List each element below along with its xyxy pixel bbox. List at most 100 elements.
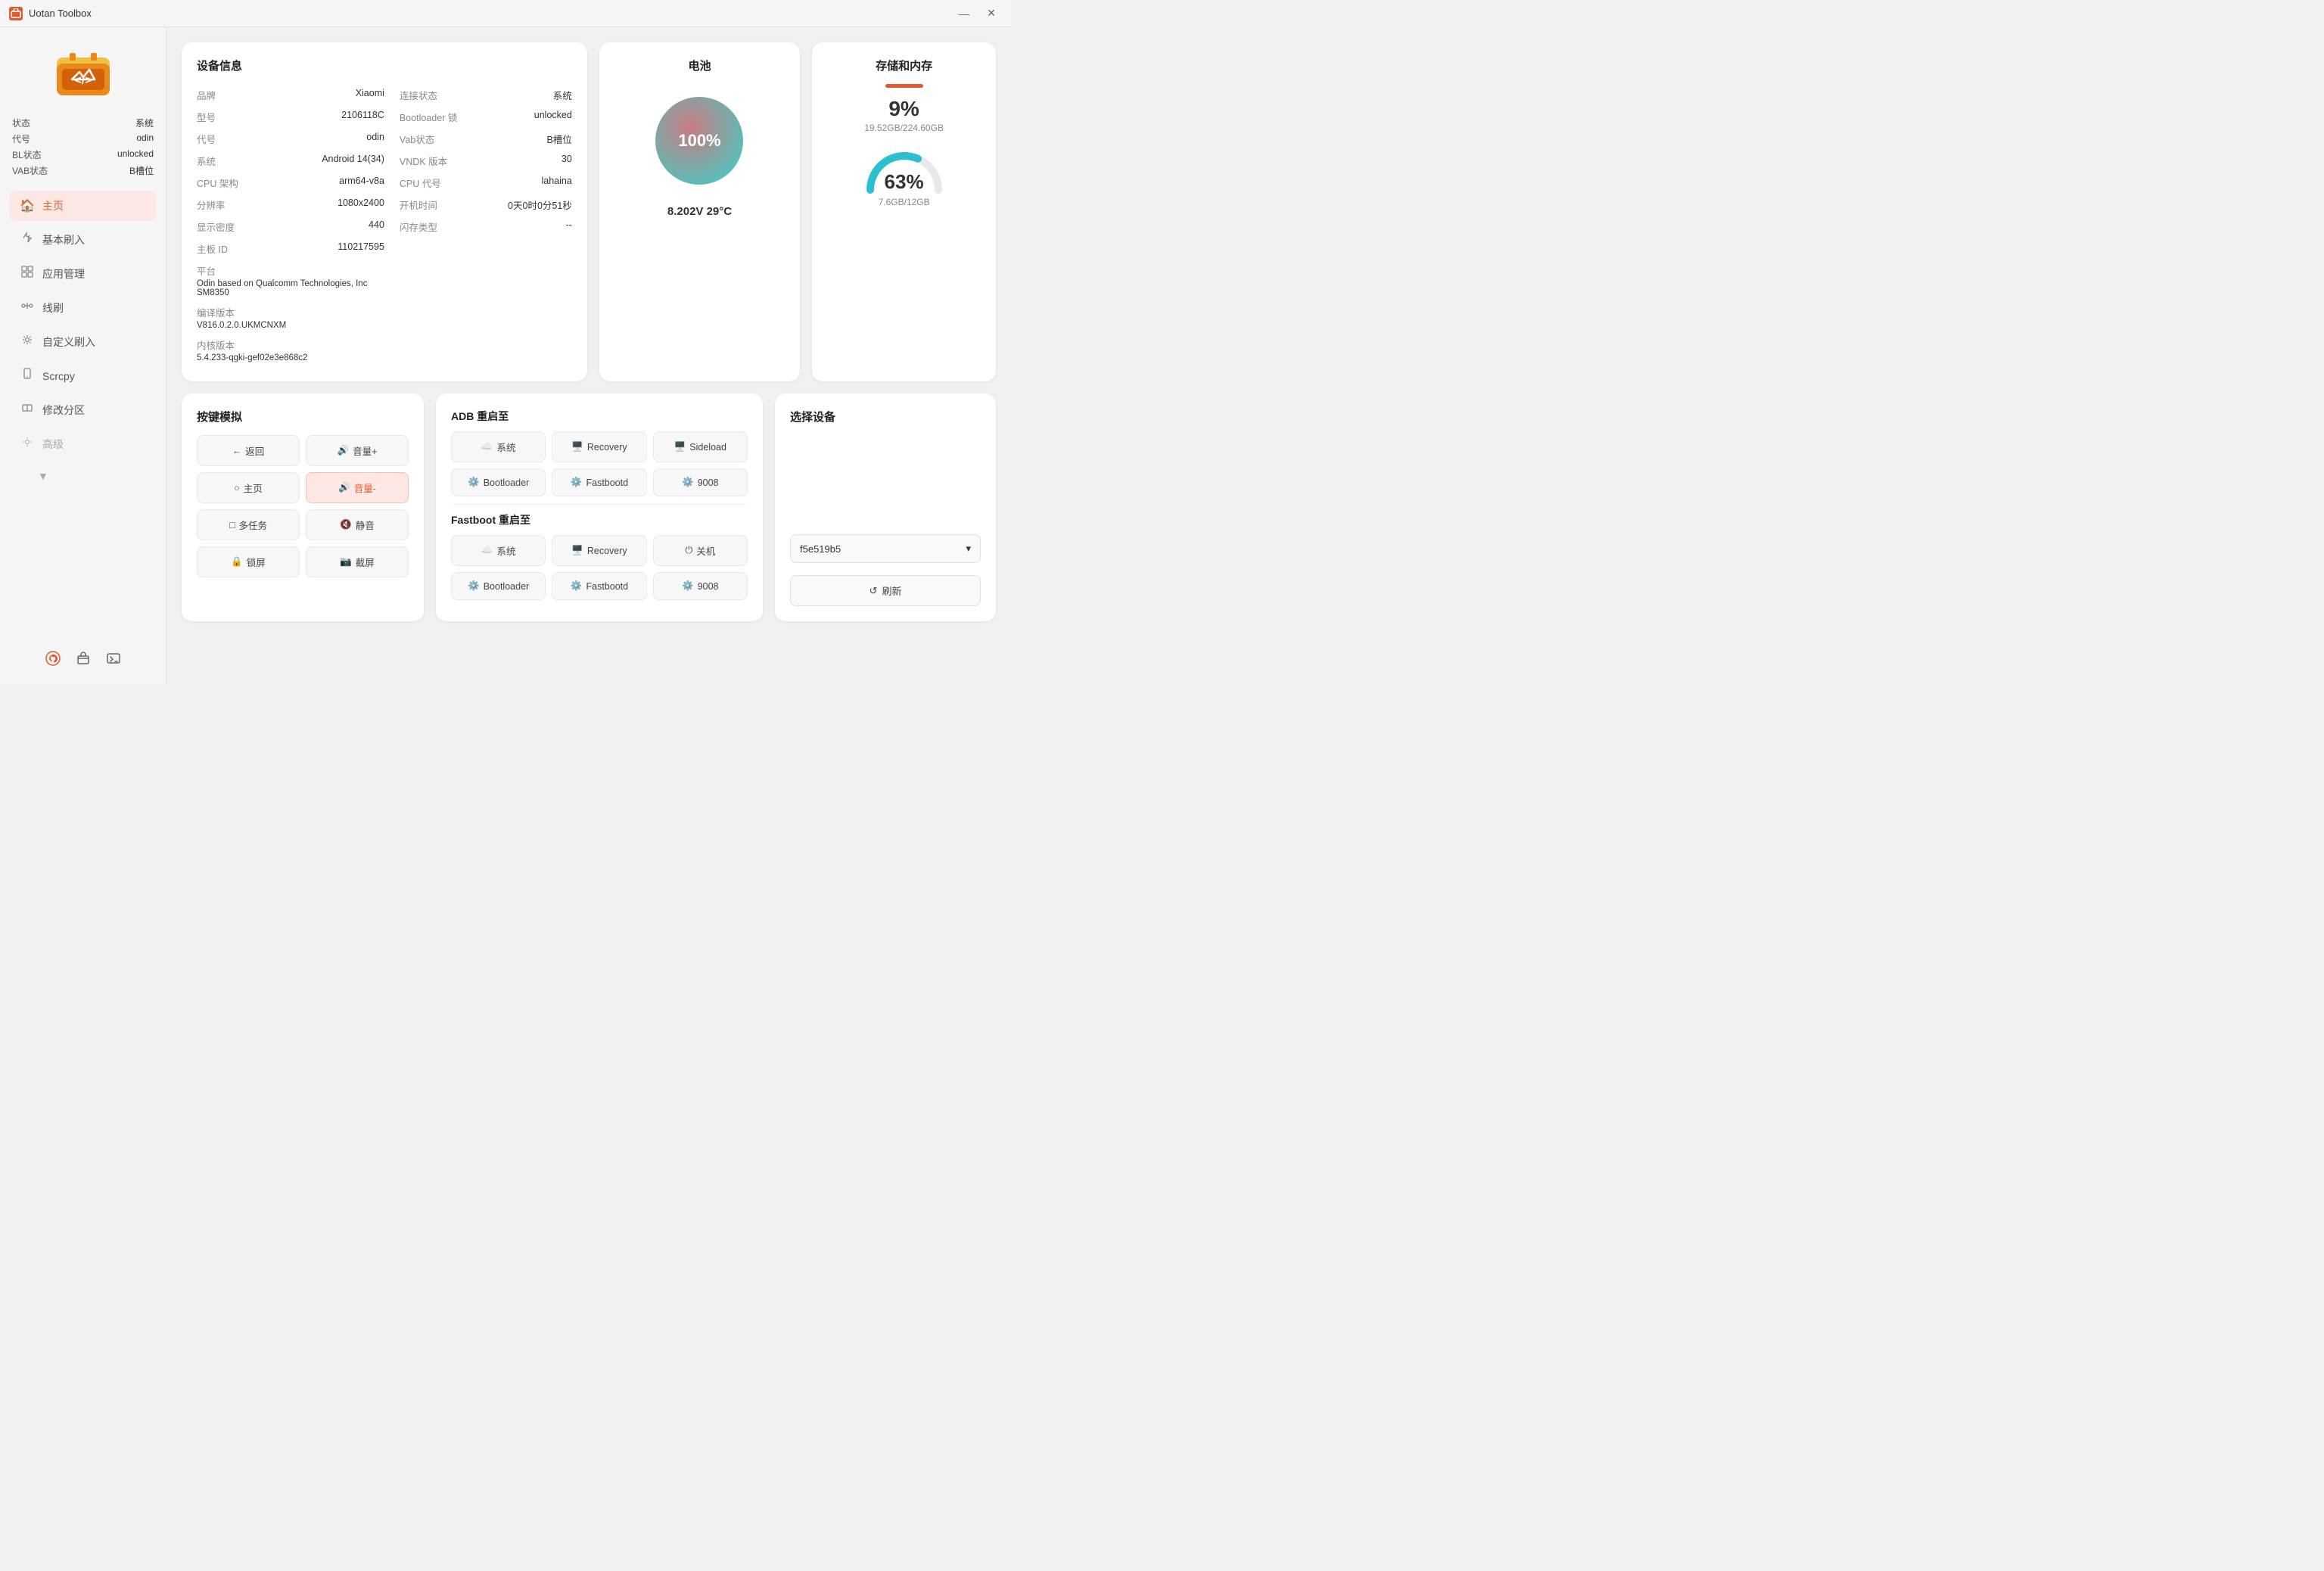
label-platform: 平台 (197, 263, 384, 278)
sidebar-item-home-label: 主页 (42, 198, 64, 213)
box-icon[interactable] (73, 648, 94, 669)
battery-title: 电池 (688, 58, 711, 73)
status-row-codename: 代号 odin (12, 131, 154, 147)
info-row-board: 主板 ID 110217595 (197, 238, 384, 260)
val-cpu-code: lahaina (541, 176, 571, 190)
key-vol-down[interactable]: 🔊 音量- (306, 472, 409, 503)
info-row-kernel: 内核版本 5.4.233-qgki-gef02e3e868c2 (197, 334, 384, 366)
svg-text:</>: </> (74, 74, 92, 87)
sidebar-bottom (35, 640, 132, 677)
device-dropdown[interactable]: f5e519b5 ▾ (790, 534, 981, 563)
fastboot-system-btn[interactable]: ☁️ 系统 (451, 535, 546, 566)
key-recents[interactable]: □ 多任务 (197, 509, 300, 540)
sidebar-item-custom-label: 自定义刷入 (42, 334, 95, 350)
dropdown-chevron-icon: ▾ (966, 543, 971, 555)
adb-recovery-btn[interactable]: 🖥️ Recovery (552, 431, 646, 462)
info-row-resolution: 分辨率 1080x2400 (197, 194, 384, 216)
mute-icon: 🔇 (340, 519, 352, 530)
fastboot-shutdown-btn[interactable]: ⏻ 关机 (653, 535, 748, 566)
adb-system-btn[interactable]: ☁️ 系统 (451, 431, 546, 462)
adb-fastbootd-label: Fastbootd (586, 478, 628, 488)
label-board: 主板 ID (197, 241, 228, 256)
fastboot-bootloader-label: Bootloader (484, 581, 529, 592)
val-brand: Xiaomi (356, 88, 384, 102)
val-bl: unlocked (534, 110, 572, 124)
fastboot-9008-btn[interactable]: ⚙️ 9008 (653, 572, 748, 600)
info-row-cpu-code: CPU 代号 lahaina (384, 172, 572, 194)
memory-label: 7.6GB/12GB (879, 197, 930, 207)
key-screenshot-label: 截屏 (356, 555, 375, 569)
adb-9008-label: 9008 (698, 478, 719, 488)
sidebar-item-custom[interactable]: 自定义刷入 (9, 326, 157, 357)
key-back-label: 返回 (245, 443, 264, 458)
status-label-vab: VAB状态 (12, 164, 48, 177)
adb-9008-btn[interactable]: ⚙️ 9008 (653, 468, 748, 496)
key-home[interactable]: ○ 主页 (197, 472, 300, 503)
wire-icon (20, 300, 35, 316)
device-info-card: 设备信息 品牌 Xiaomi 型号 2106118C 代号 (182, 42, 587, 381)
key-screenshot[interactable]: 📷 截屏 (306, 546, 409, 577)
refresh-icon: ↺ (870, 585, 878, 597)
sidebar-status: 状态 系统 代号 odin BL状态 unlocked VAB状态 B槽位 (0, 115, 166, 179)
adb-bootloader-btn[interactable]: ⚙️ Bootloader (451, 468, 546, 496)
sidebar-item-partition[interactable]: 修改分区 (9, 394, 157, 425)
info-col-left: 品牌 Xiaomi 型号 2106118C 代号 odin 系统 (197, 84, 384, 366)
key-vol-up[interactable]: 🔊 音量+ (306, 435, 409, 466)
refresh-label: 刷新 (882, 583, 901, 598)
github-icon[interactable] (42, 648, 64, 669)
main-content: 设备信息 品牌 Xiaomi 型号 2106118C 代号 (166, 27, 1011, 684)
sidebar-more[interactable]: ▼ (9, 462, 157, 490)
key-mute[interactable]: 🔇 静音 (306, 509, 409, 540)
fastboot-system-label: 系统 (496, 543, 515, 558)
fastboot-fastbootd-btn[interactable]: ⚙️ Fastbootd (552, 572, 646, 600)
label-codename: 代号 (197, 132, 216, 146)
scrcpy-icon (20, 368, 35, 384)
val-flash-type: -- (565, 219, 571, 234)
fastboot-title: Fastboot 重启至 (451, 512, 748, 527)
adb-row-1: ☁️ 系统 🖥️ Recovery 🖥️ Sideload (451, 431, 748, 462)
val-build: V816.0.2.0.UKMCNXM (197, 321, 384, 330)
adb-9008-icon: ⚙️ (682, 477, 694, 488)
sidebar-item-home[interactable]: 🏠 主页 (9, 191, 157, 221)
info-row-vndk: VNDK 版本 30 (384, 150, 572, 172)
close-button[interactable]: ✕ (981, 6, 1002, 21)
battery-card: 电池 100% 8.202V 29°C (599, 42, 800, 381)
key-recents-label: 多任务 (239, 518, 268, 532)
sidebar-item-partition-label: 修改分区 (42, 403, 85, 418)
sidebar-item-scrcpy[interactable]: Scrcpy (9, 360, 157, 391)
flash-icon (20, 232, 35, 247)
label-conn: 连接状态 (400, 88, 437, 102)
fastboot-bootloader-icon: ⚙️ (468, 580, 480, 592)
sidebar-item-wire[interactable]: 线刷 (9, 292, 157, 323)
storage-label: 19.52GB/224.60GB (864, 123, 944, 133)
key-sim-card: 按键模拟 ← 返回 🔊 音量+ ○ 主页 🔊 (182, 394, 424, 621)
info-row-build: 编译版本 V816.0.2.0.UKMCNXM (197, 301, 384, 334)
terminal-icon[interactable] (103, 648, 124, 669)
val-os: Android 14(34) (322, 154, 384, 168)
key-lock[interactable]: 🔒 锁屏 (197, 546, 300, 577)
bottom-row: 按键模拟 ← 返回 🔊 音量+ ○ 主页 🔊 (182, 394, 996, 621)
key-grid: ← 返回 🔊 音量+ ○ 主页 🔊 音量- (197, 435, 409, 577)
app-icon (9, 7, 23, 20)
sidebar-item-apps[interactable]: 应用管理 (9, 258, 157, 289)
key-back[interactable]: ← 返回 (197, 435, 300, 466)
fastboot-recovery-btn[interactable]: 🖥️ Recovery (552, 535, 646, 566)
val-platform: Odin based on Qualcomm Technologies, Inc… (197, 279, 384, 297)
sidebar-item-advanced[interactable]: 高级 (9, 428, 157, 459)
key-mute-label: 静音 (356, 518, 375, 532)
adb-fastbootd-btn[interactable]: ⚙️ Fastbootd (552, 468, 646, 496)
sidebar-item-flash[interactable]: 基本刷入 (9, 224, 157, 255)
battery-pct: 100% (678, 131, 720, 151)
info-row-density: 显示密度 440 (197, 216, 384, 238)
vol-down-icon: 🔊 (338, 482, 350, 493)
refresh-button[interactable]: ↺ 刷新 (790, 575, 981, 606)
minimize-button[interactable]: — (954, 6, 975, 21)
fastboot-bootloader-btn[interactable]: ⚙️ Bootloader (451, 572, 546, 600)
titlebar: Uotan Toolbox — ✕ (0, 0, 1011, 27)
top-row: 设备信息 品牌 Xiaomi 型号 2106118C 代号 (182, 42, 996, 381)
more-icon: ▼ (38, 470, 48, 482)
info-row-conn: 连接状态 系统 (384, 84, 572, 106)
adb-sideload-btn[interactable]: 🖥️ Sideload (653, 431, 748, 462)
storage-top-indicator (885, 84, 923, 88)
memory-pct: 63% (885, 170, 924, 194)
